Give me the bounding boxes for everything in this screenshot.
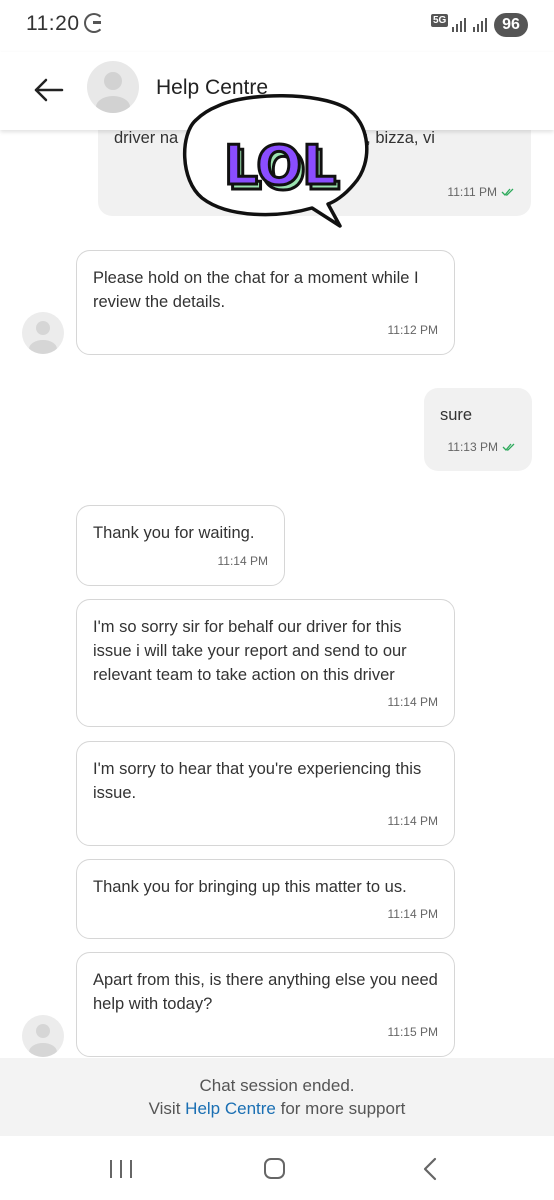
message-time: 11:14 PM	[387, 814, 438, 828]
message-incoming: Thank you for waiting. 11:14 PM	[76, 505, 285, 586]
message-incoming: Thank you for bringing up this matter to…	[76, 859, 455, 939]
battery-icon: 96	[494, 13, 528, 37]
network-type-icon: 5G	[431, 14, 449, 27]
avatar	[22, 312, 64, 354]
speech-bubble-icon: LOL LOL	[183, 94, 369, 228]
message-outgoing: sure 11:13 PM	[424, 388, 532, 471]
message-time: 11:11 PM	[447, 180, 515, 204]
support-text: Visit Help Centre for more support	[0, 1099, 554, 1119]
avatar	[87, 61, 139, 113]
back-button[interactable]	[28, 70, 68, 110]
double-check-icon	[501, 188, 514, 196]
message-time: 11:14 PM	[217, 554, 268, 568]
google-icon	[84, 13, 104, 33]
arrow-left-icon	[34, 78, 64, 102]
message-incoming: I'm sorry to hear that you're experienci…	[76, 741, 455, 846]
support-suffix: for more support	[280, 1099, 406, 1118]
message-incoming: I'm so sorry sir for behalf our driver f…	[76, 599, 455, 727]
recents-button[interactable]	[110, 1160, 132, 1178]
user-avatar-icon	[29, 321, 57, 354]
recents-icon	[110, 1160, 112, 1178]
system-back-button[interactable]	[420, 1157, 440, 1181]
message-time: 11:14 PM	[387, 695, 438, 709]
status-bar: 11:20 5G 96	[0, 0, 554, 52]
status-time: 11:20	[26, 12, 80, 35]
message-incoming: Please hold on the chat for a moment whi…	[76, 250, 455, 355]
chevron-left-icon	[423, 1157, 437, 1181]
message-text: I'm so sorry sir for behalf our driver f…	[93, 618, 407, 684]
message-text: sure	[440, 406, 473, 424]
message-text: Thank you for bringing up this matter to…	[93, 878, 407, 896]
message-time: 11:14 PM	[387, 907, 438, 921]
help-centre-link[interactable]: Help Centre	[185, 1099, 276, 1118]
time-label: 11:13 PM	[447, 440, 498, 454]
system-navigation-bar	[0, 1136, 554, 1200]
message-time: 11:13 PM	[448, 435, 516, 459]
message-time: 11:12 PM	[387, 323, 438, 337]
chat-ended-text: Chat session ended.	[199, 1076, 355, 1095]
home-button[interactable]	[264, 1158, 285, 1179]
message-text: Thank you for waiting.	[93, 524, 255, 542]
avatar	[22, 1015, 64, 1057]
sticker-text: LOL	[224, 134, 337, 197]
double-check-icon	[502, 443, 515, 451]
message-time: 11:15 PM	[387, 1025, 438, 1039]
message-text: Please hold on the chat for a moment whi…	[93, 269, 419, 311]
signal-icon	[452, 16, 470, 32]
message-text: I'm sorry to hear that you're experienci…	[93, 760, 422, 802]
lol-sticker: LOL LOL	[178, 92, 374, 230]
user-avatar-icon	[96, 72, 130, 113]
chat-ended-banner: Chat session ended. Visit Help Centre fo…	[0, 1058, 554, 1136]
visit-prefix: Visit	[148, 1099, 181, 1118]
message-text: Apart from this, is there anything else …	[93, 971, 438, 1013]
time-label: 11:11 PM	[447, 185, 497, 199]
message-incoming: Apart from this, is there anything else …	[76, 952, 455, 1057]
signal-icon	[473, 16, 491, 32]
user-avatar-icon	[29, 1024, 57, 1057]
chat-messages[interactable]: driver na h car number, bizza, vi 11:11 …	[0, 130, 554, 1058]
